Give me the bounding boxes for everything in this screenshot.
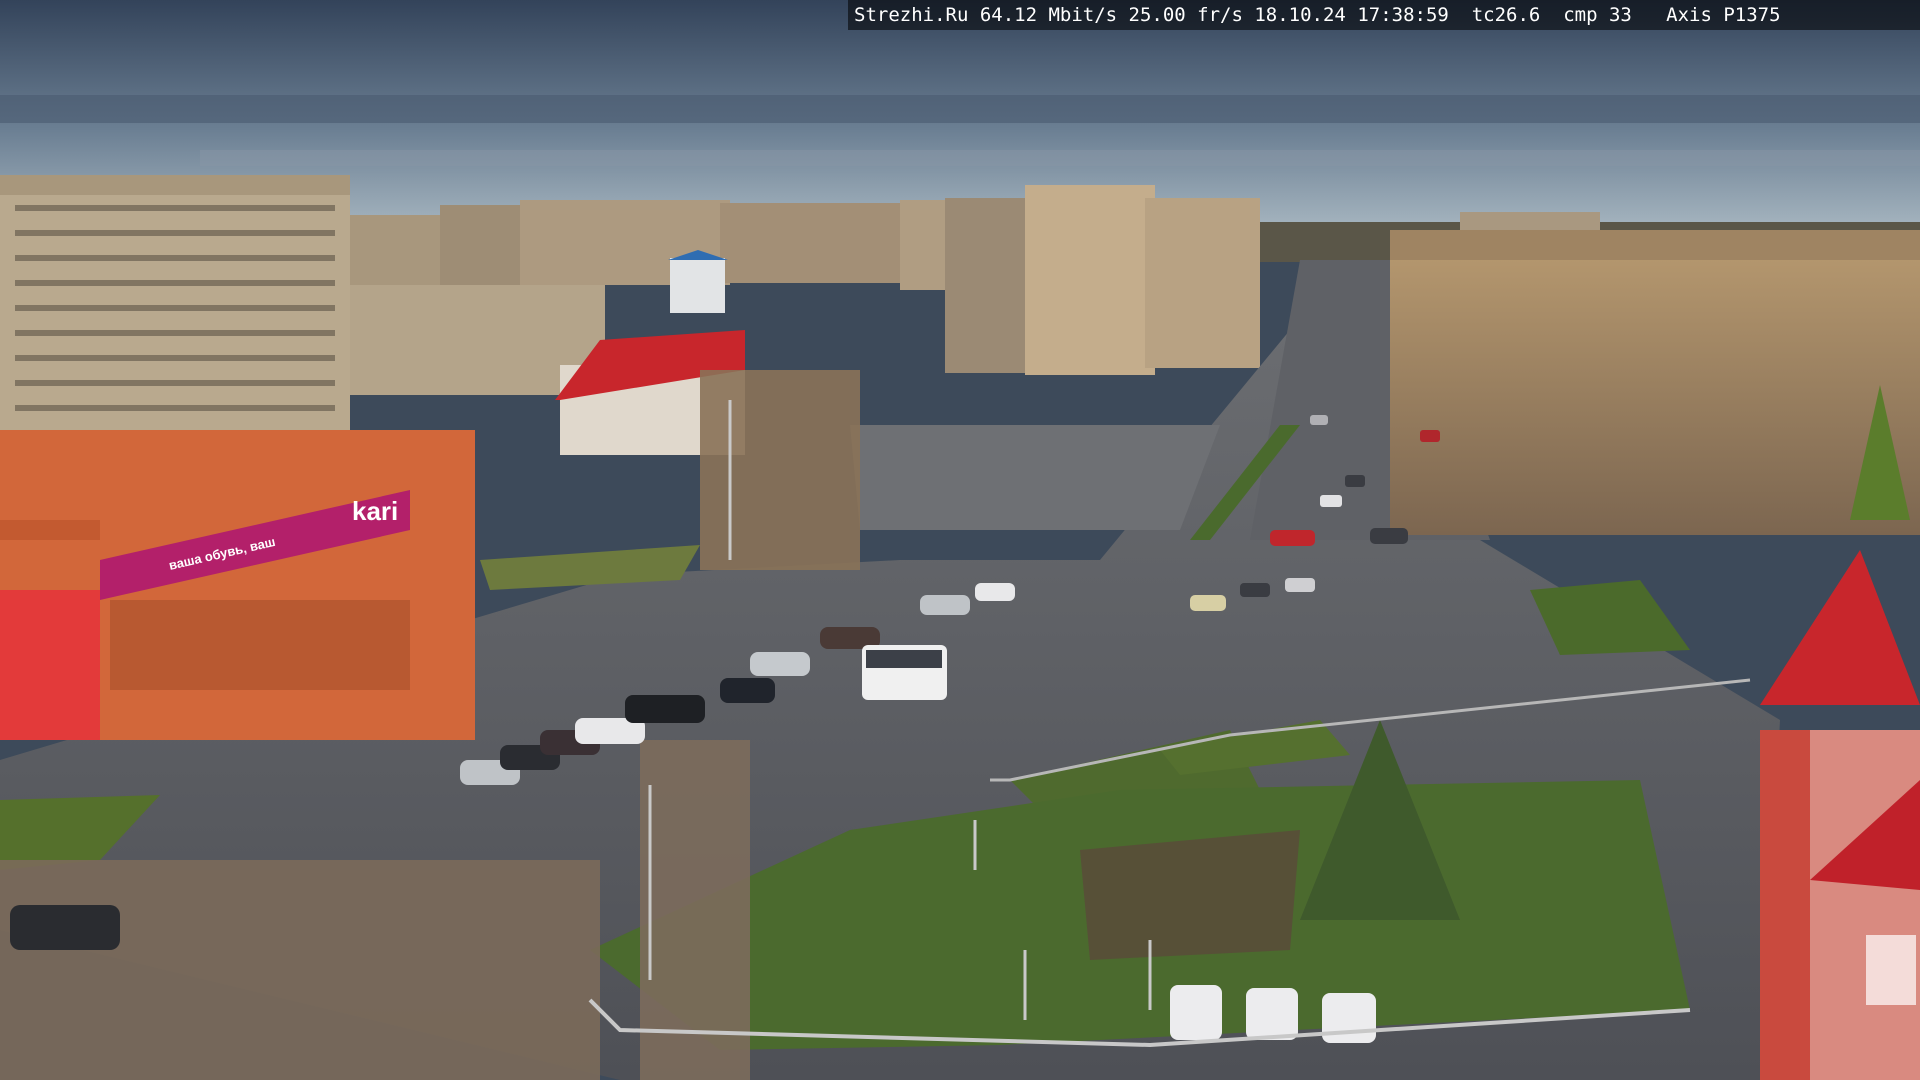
- plaza: [850, 425, 1220, 530]
- blue-tower: [670, 258, 725, 313]
- webcam-city-scene: kari ваша обувь, ваш: [0, 0, 1920, 1080]
- kari-store: [0, 430, 475, 740]
- camera-info-overlay: Strezhi.Ru 64.12 Mbit/s 25.00 fr/s 18.10…: [848, 0, 1920, 30]
- white-bus: [862, 645, 947, 700]
- central-tall-building: [945, 185, 1260, 375]
- right-birch-forest: [1390, 230, 1920, 535]
- cloud-band: [0, 95, 1920, 123]
- cloud-band: [200, 150, 1920, 166]
- right-red-building: [1760, 550, 1920, 1080]
- shrubs: [1080, 830, 1300, 960]
- store-logo: kari: [352, 496, 398, 526]
